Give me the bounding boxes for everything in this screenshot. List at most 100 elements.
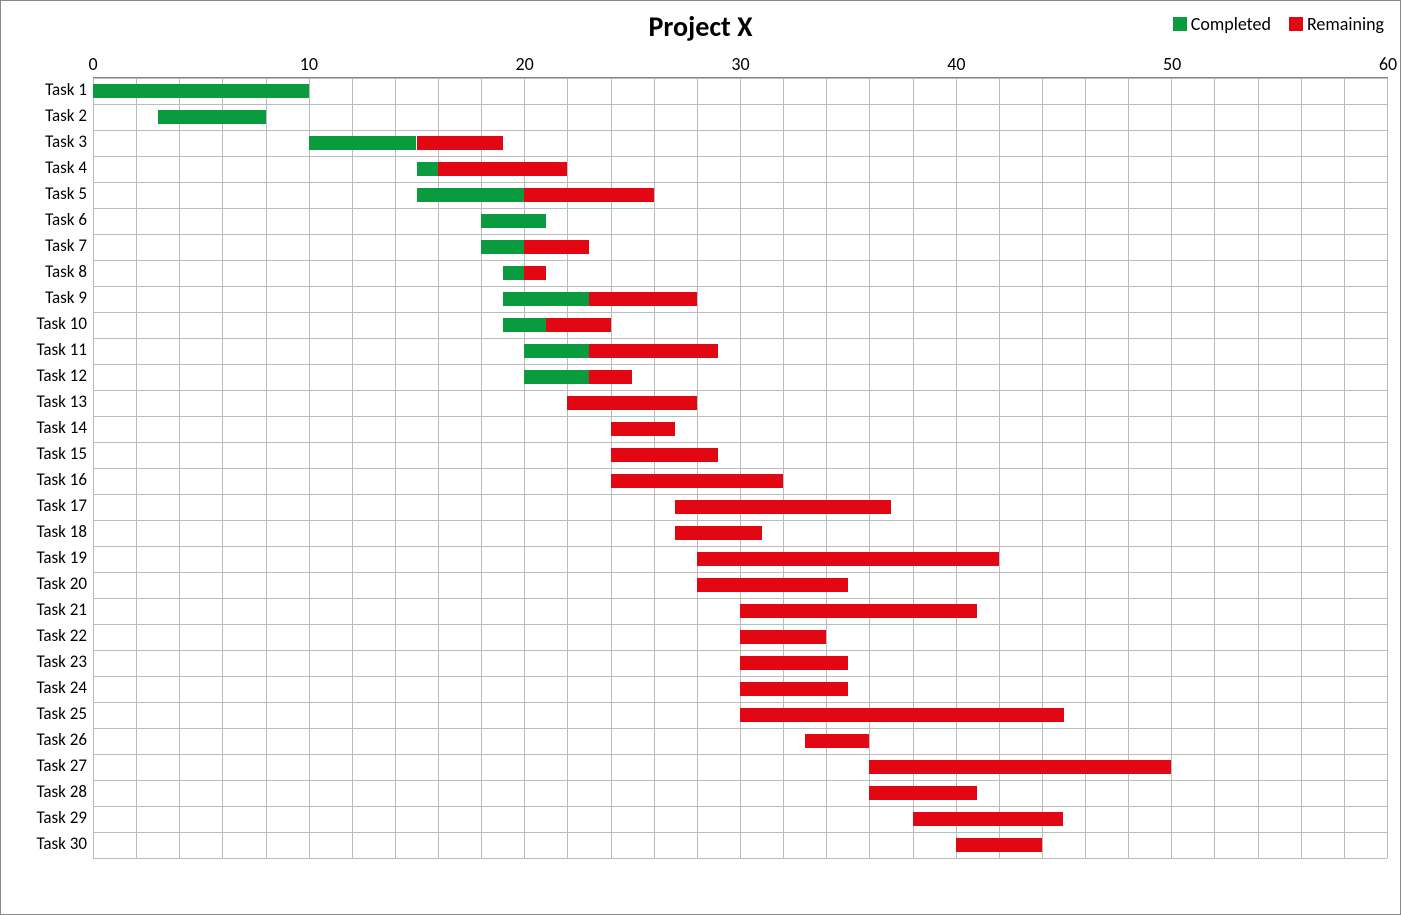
- y-tick-label: Task 19: [13, 545, 93, 571]
- bar-row: [93, 676, 1387, 702]
- y-tick-label: Task 28: [13, 779, 93, 805]
- bar-row: [93, 182, 1387, 208]
- y-tick-label: Task 18: [13, 519, 93, 545]
- y-tick-label: Task 7: [13, 233, 93, 259]
- bar-segment-remaining: [611, 474, 784, 488]
- bar-segment-remaining: [805, 734, 870, 748]
- y-tick-label: Task 6: [13, 207, 93, 233]
- y-tick-label: Task 20: [13, 571, 93, 597]
- bar-segment-remaining: [913, 812, 1064, 826]
- bar-row: [93, 416, 1387, 442]
- bar-segment-remaining: [589, 370, 632, 384]
- legend-item-remaining: Remaining: [1289, 13, 1384, 35]
- bar-segment-remaining: [869, 786, 977, 800]
- y-tick-label: Task 16: [13, 467, 93, 493]
- bar-row: [93, 338, 1387, 364]
- bar-row: [93, 286, 1387, 312]
- bar-segment-remaining: [869, 760, 1171, 774]
- x-tick-label: 10: [300, 53, 318, 75]
- bar-segment-completed: [503, 266, 525, 280]
- y-tick-label: Task 15: [13, 441, 93, 467]
- bar-segment-remaining: [589, 292, 697, 306]
- bar-segment-remaining: [740, 708, 1064, 722]
- y-tick-label: Task 26: [13, 727, 93, 753]
- bar-segment-remaining: [438, 162, 567, 176]
- bar-segment-completed: [524, 344, 589, 358]
- bar-segment-completed: [158, 110, 266, 124]
- y-tick-label: Task 17: [13, 493, 93, 519]
- bar-segment-completed: [524, 370, 589, 384]
- bar-segment-remaining: [740, 682, 848, 696]
- y-tick-label: Task 23: [13, 649, 93, 675]
- bar-segment-completed: [481, 240, 524, 254]
- bar-row: [93, 260, 1387, 286]
- y-tick-label: Task 24: [13, 675, 93, 701]
- y-tick-label: Task 4: [13, 155, 93, 181]
- y-tick-label: Task 21: [13, 597, 93, 623]
- y-tick-label: Task 27: [13, 753, 93, 779]
- gridline-vertical: [1387, 78, 1388, 858]
- bar-row: [93, 364, 1387, 390]
- bar-row: [93, 728, 1387, 754]
- bar-row: [93, 312, 1387, 338]
- bar-row: [93, 702, 1387, 728]
- bar-row: [93, 130, 1387, 156]
- bar-segment-remaining: [567, 396, 696, 410]
- legend: Completed Remaining: [1173, 13, 1384, 35]
- y-tick-label: Task 2: [13, 103, 93, 129]
- legend-item-completed: Completed: [1173, 13, 1271, 35]
- bar-segment-completed: [93, 84, 309, 98]
- legend-label: Remaining: [1307, 13, 1384, 35]
- y-tick-label: Task 1: [13, 77, 93, 103]
- bar-segment-completed: [417, 162, 439, 176]
- bar-row: [93, 442, 1387, 468]
- bar-segment-completed: [503, 318, 546, 332]
- bar-segment-remaining: [417, 136, 503, 150]
- bar-segment-remaining: [589, 344, 718, 358]
- bar-segment-completed: [417, 188, 525, 202]
- y-tick-label: Task 12: [13, 363, 93, 389]
- bar-segment-remaining: [675, 500, 891, 514]
- chart-body: 0102030405060 Task 1Task 2Task 3Task 4Ta…: [13, 53, 1388, 858]
- y-tick-label: Task 13: [13, 389, 93, 415]
- y-tick-label: Task 25: [13, 701, 93, 727]
- bar-row: [93, 754, 1387, 780]
- bar-segment-remaining: [697, 552, 999, 566]
- x-axis: 0102030405060: [93, 53, 1388, 77]
- bar-segment-remaining: [611, 422, 676, 436]
- y-tick-label: Task 5: [13, 181, 93, 207]
- x-tick-label: 40: [947, 53, 965, 75]
- square-icon: [1173, 17, 1187, 31]
- bar-row: [93, 624, 1387, 650]
- plot-wrap: Task 1Task 2Task 3Task 4Task 5Task 6Task…: [13, 77, 1388, 858]
- bar-segment-remaining: [740, 656, 848, 670]
- gridline-horizontal: [93, 858, 1387, 859]
- x-tick-label: 60: [1379, 53, 1397, 75]
- plot-area: [93, 77, 1388, 858]
- bar-segment-completed: [503, 292, 589, 306]
- chart-header: Project X Completed Remaining: [13, 9, 1388, 47]
- y-tick-label: Task 3: [13, 129, 93, 155]
- bar-row: [93, 572, 1387, 598]
- bar-row: [93, 806, 1387, 832]
- bar-segment-remaining: [697, 578, 848, 592]
- y-tick-label: Task 30: [13, 831, 93, 857]
- bar-segment-remaining: [524, 188, 653, 202]
- bar-row: [93, 468, 1387, 494]
- square-icon: [1289, 17, 1303, 31]
- bar-row: [93, 520, 1387, 546]
- bar-segment-remaining: [546, 318, 611, 332]
- bar-row: [93, 390, 1387, 416]
- bar-segment-remaining: [740, 604, 977, 618]
- bar-segment-remaining: [611, 448, 719, 462]
- bar-segment-remaining: [675, 526, 761, 540]
- bar-segment-completed: [309, 136, 417, 150]
- bar-row: [93, 780, 1387, 806]
- bar-row: [93, 156, 1387, 182]
- x-tick-label: 50: [1163, 53, 1181, 75]
- y-axis: Task 1Task 2Task 3Task 4Task 5Task 6Task…: [13, 77, 93, 858]
- bar-segment-remaining: [524, 240, 589, 254]
- bar-segment-remaining: [956, 838, 1042, 852]
- bar-row: [93, 832, 1387, 858]
- x-tick-label: 0: [88, 53, 97, 75]
